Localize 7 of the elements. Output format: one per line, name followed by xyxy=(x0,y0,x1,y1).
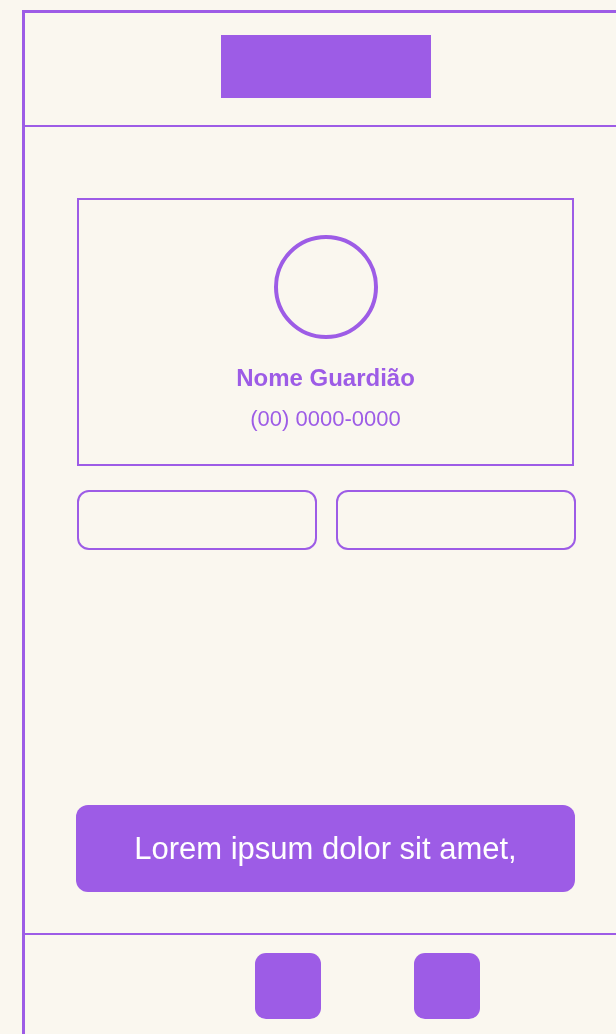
action-button[interactable] xyxy=(336,490,576,550)
phone-number: (00) 0000-0000 xyxy=(250,406,401,432)
primary-button[interactable]: Lorem ipsum dolor sit amet, xyxy=(76,805,575,892)
action-button[interactable] xyxy=(77,490,317,550)
nav-button[interactable] xyxy=(414,953,480,1019)
nav-button[interactable] xyxy=(255,953,321,1019)
guardian-name: Nome Guardião xyxy=(236,364,415,392)
